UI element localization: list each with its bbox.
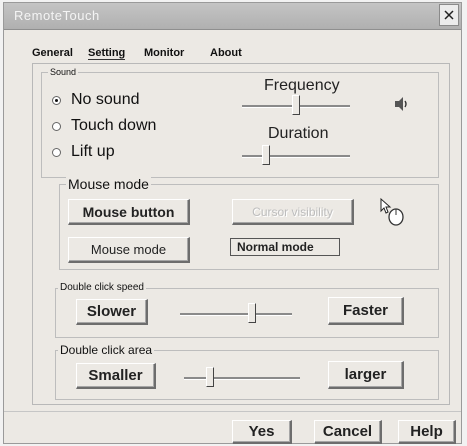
yes-button[interactable]: Yes: [232, 420, 292, 444]
settings-dialog: RemoteTouch General Setting Monitor Abou…: [3, 2, 462, 444]
help-button[interactable]: Help: [398, 420, 456, 444]
double-click-area-label: Double click area: [58, 343, 155, 357]
radio-touch-down-label: Touch down: [71, 117, 157, 134]
faster-button[interactable]: Faster: [328, 297, 404, 325]
dialog-footer: Yes Cancel Help: [4, 411, 461, 444]
double-click-speed-slider[interactable]: [180, 303, 292, 325]
double-click-area-slider[interactable]: [184, 367, 300, 389]
close-button[interactable]: [439, 4, 459, 26]
radio-lift-up[interactable]: Lift up: [52, 143, 115, 161]
slider-track: [242, 155, 350, 158]
normal-mode-label: Normal mode: [237, 240, 314, 254]
close-icon: [444, 10, 454, 20]
duration-label: Duration: [268, 125, 329, 142]
mouse-pointer-icon: [380, 197, 404, 226]
frequency-label: Frequency: [264, 77, 340, 94]
radio-no-sound-label: No sound: [71, 91, 140, 108]
sound-group-label: Sound: [48, 67, 79, 77]
double-click-speed-group: Double click speed Slower Faster: [55, 282, 439, 338]
tab-setting[interactable]: Setting: [88, 47, 126, 60]
double-click-area-group: Double click area Smaller larger: [55, 343, 439, 400]
mouse-mode-group-label: Mouse mode: [66, 176, 151, 192]
cursor-visibility-button[interactable]: Cursor visibility: [232, 199, 354, 225]
slider-thumb[interactable]: [292, 95, 300, 115]
radio-indicator: [52, 121, 61, 131]
tab-about[interactable]: About: [210, 47, 242, 59]
slider-thumb[interactable]: [206, 367, 214, 387]
double-click-speed-label: Double click speed: [58, 282, 146, 293]
frequency-slider[interactable]: [242, 95, 350, 117]
duration-slider[interactable]: [242, 145, 350, 167]
window-title: RemoteTouch: [14, 8, 100, 23]
slower-button[interactable]: Slower: [76, 299, 148, 325]
radio-touch-down[interactable]: Touch down: [52, 117, 156, 135]
setting-panel: Sound No sound Touch down Lift up Freque…: [32, 63, 450, 405]
radio-indicator: [52, 95, 61, 105]
tab-general[interactable]: General: [32, 47, 73, 59]
speaker-icon: [395, 97, 407, 111]
slider-track: [184, 377, 300, 380]
slider-thumb[interactable]: [262, 145, 270, 165]
slider-thumb[interactable]: [248, 303, 256, 323]
radio-lift-up-label: Lift up: [71, 143, 115, 160]
radio-no-sound[interactable]: No sound: [52, 91, 140, 109]
smaller-button[interactable]: Smaller: [76, 363, 156, 389]
mouse-mode-button[interactable]: Mouse mode: [68, 237, 190, 263]
radio-indicator: [52, 147, 61, 157]
sound-group: Sound No sound Touch down Lift up Freque…: [41, 67, 439, 178]
mouse-mode-group: Mouse mode Mouse button Mouse mode Curso…: [59, 176, 439, 270]
slider-track: [180, 313, 292, 316]
mouse-button-button[interactable]: Mouse button: [68, 199, 190, 225]
title-bar[interactable]: RemoteTouch: [4, 3, 461, 30]
normal-mode-status: Normal mode: [230, 238, 340, 256]
tab-monitor[interactable]: Monitor: [144, 47, 184, 59]
larger-button[interactable]: larger: [328, 361, 404, 389]
cancel-button[interactable]: Cancel: [314, 420, 382, 444]
